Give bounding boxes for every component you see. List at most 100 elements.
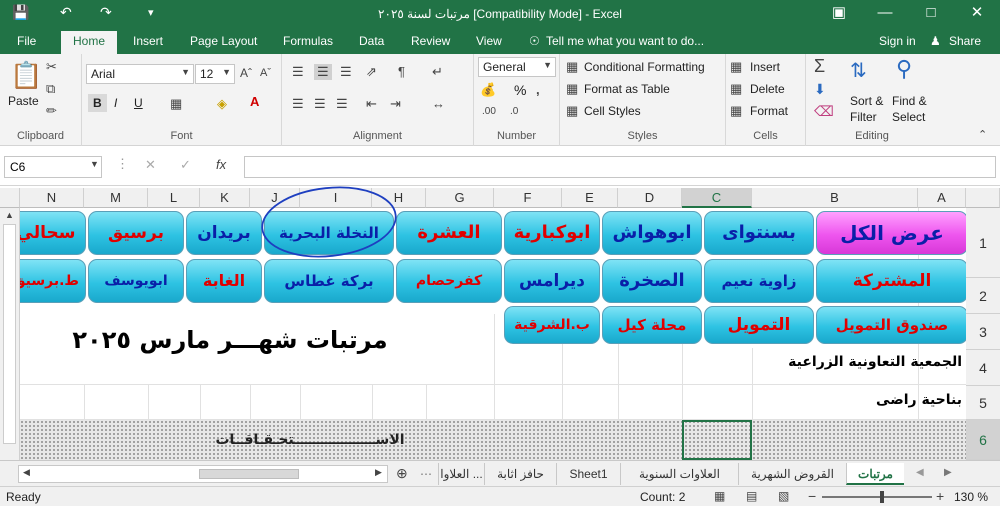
cell-b4[interactable]: الجمعية التعاونية الزراعية — [720, 354, 966, 370]
italic-button[interactable]: I — [114, 96, 117, 110]
font-color-icon[interactable]: A — [250, 94, 259, 109]
share-button[interactable]: Share — [949, 34, 981, 48]
align-top-icon[interactable]: ☰ — [292, 64, 304, 80]
tab-scroll-left-icon[interactable]: ◀ — [916, 467, 924, 478]
column-header-m[interactable]: M — [84, 188, 148, 208]
sheet-tab-salaries[interactable]: مرتبات — [846, 463, 904, 485]
shrink-font-icon[interactable]: Aˇ — [260, 67, 271, 79]
vertical-scrollbar[interactable]: ▲ — [0, 208, 20, 460]
cut-icon[interactable]: ✂ — [46, 59, 57, 75]
row-header-4[interactable]: 4 — [966, 350, 1000, 386]
align-right-icon[interactable]: ☰ — [336, 96, 348, 112]
button-abuhawash[interactable]: ابوهواش — [602, 211, 702, 255]
paste-button[interactable]: Paste — [8, 94, 39, 108]
enter-icon[interactable]: ✓ — [180, 157, 191, 173]
minimize-icon[interactable]: — — [862, 0, 908, 28]
paste-icon[interactable]: 📋 — [10, 60, 42, 91]
tab-file[interactable]: File — [17, 34, 36, 48]
tab-data[interactable]: Data — [359, 34, 384, 48]
insert-cells-button[interactable]: Insert — [750, 60, 780, 74]
button-berket-ghattas[interactable]: بركة غطاس — [264, 259, 394, 303]
row-header-2[interactable]: 2 — [966, 278, 1000, 314]
button-kafr-hesam[interactable]: كفرحصام — [396, 259, 502, 303]
increase-indent-icon[interactable]: ⇥ — [390, 96, 401, 112]
button-derames[interactable]: ديرامس — [504, 259, 600, 303]
page-layout-view-icon[interactable]: ▤ — [746, 489, 757, 503]
scroll-thumb[interactable] — [3, 224, 16, 444]
format-painter-icon[interactable]: ✏ — [46, 103, 57, 119]
column-header-c[interactable]: C — [682, 188, 752, 208]
align-middle-icon[interactable]: ☰ — [314, 64, 332, 80]
insert-function-icon[interactable]: fx — [216, 157, 226, 172]
button-financing[interactable]: التمويل — [704, 306, 814, 344]
name-box-dropdown-icon[interactable]: ▼ — [90, 159, 99, 169]
percent-button[interactable]: % — [514, 82, 526, 98]
delete-cells-button[interactable]: Delete — [750, 82, 785, 96]
row-header-3[interactable]: 3 — [966, 314, 1000, 350]
sheet-tab-allowances-short[interactable]: العلاوا ... — [438, 463, 484, 485]
row-header-1[interactable]: 1 — [966, 208, 1000, 278]
wrap-text-icon[interactable]: ↵ — [432, 64, 443, 80]
increase-decimal-icon[interactable]: .00 — [482, 106, 496, 117]
button-alsakhra[interactable]: الصخرة — [602, 259, 702, 303]
zoom-slider[interactable] — [822, 496, 932, 498]
button-show-all[interactable]: عرض الكل — [816, 211, 966, 255]
select-label[interactable]: Select — [892, 110, 925, 124]
decrease-indent-icon[interactable]: ⇤ — [366, 96, 377, 112]
button-alghaba[interactable]: الغابة — [186, 259, 262, 303]
tell-me-search[interactable]: Tell me what you want to do... — [546, 34, 704, 48]
zoom-level[interactable]: 130 % — [954, 490, 988, 504]
button-sahali[interactable]: سحالي — [20, 211, 86, 255]
sheet-tab-monthly-loans[interactable]: القروض الشهرية — [738, 463, 846, 485]
tab-formulas[interactable]: Formulas — [283, 34, 333, 48]
formula-input[interactable] — [244, 156, 996, 178]
normal-view-icon[interactable]: ▦ — [714, 489, 725, 503]
copy-icon[interactable]: ⧉ — [46, 81, 55, 97]
column-header-k[interactable]: K — [200, 188, 250, 208]
sheet-more-icon[interactable]: ⋯ — [420, 467, 432, 481]
align-center-icon[interactable]: ☰ — [314, 96, 326, 112]
button-barsiq[interactable]: برسيق — [88, 211, 184, 255]
close-icon[interactable]: ✕ — [954, 0, 1000, 28]
font-name-combo[interactable]: Arial ▼ — [86, 64, 194, 84]
button-bridan[interactable]: بريدان — [186, 211, 262, 255]
fill-color-icon[interactable]: ◈ — [217, 96, 227, 112]
number-format-combo[interactable]: General ▼ — [478, 57, 556, 77]
font-size-combo[interactable]: 12 ▼ — [195, 64, 235, 84]
find-select-label[interactable]: Find & — [892, 94, 927, 108]
tab-page-layout[interactable]: Page Layout — [190, 34, 257, 48]
cell-styles-button[interactable]: Cell Styles — [584, 104, 641, 118]
underline-button[interactable]: U — [134, 96, 143, 110]
column-header-f[interactable]: F — [494, 188, 562, 208]
horizontal-scroll-thumb[interactable] — [199, 469, 299, 479]
select-all-corner[interactable] — [0, 188, 20, 208]
column-header-n[interactable]: N — [20, 188, 84, 208]
text-direction-icon[interactable]: ¶ — [398, 64, 405, 79]
clear-icon[interactable]: ⌫ — [814, 103, 834, 120]
tab-view[interactable]: View — [476, 34, 502, 48]
comma-style-icon[interactable]: , — [536, 82, 540, 97]
sheet-tab-incentive[interactable]: حافز اثابة — [484, 463, 556, 485]
orientation-icon[interactable]: ⇗ — [366, 64, 377, 80]
accounting-icon[interactable]: 💰 — [480, 82, 496, 98]
maximize-icon[interactable]: □ — [908, 0, 954, 28]
name-box[interactable]: C6 — [4, 156, 102, 178]
button-fund-financing[interactable]: صندوق التمويل — [816, 306, 966, 344]
conditional-formatting-button[interactable]: Conditional Formatting — [584, 60, 705, 74]
button-abukabaria[interactable]: ابوكبارية — [504, 211, 600, 255]
format-as-table-button[interactable]: Format as Table — [584, 82, 670, 96]
borders-icon[interactable]: ▦ — [170, 96, 182, 112]
sheet-tab-sheet1[interactable]: Sheet1 — [556, 463, 620, 485]
collapse-ribbon-icon[interactable]: ⌃ — [978, 128, 987, 141]
button-t-barsiq[interactable]: ط.برسيق — [20, 259, 86, 303]
row-header-5[interactable]: 5 — [966, 386, 1000, 420]
button-almoshtaraka[interactable]: المشتركة — [816, 259, 966, 303]
ribbon-display-icon[interactable]: ▣ — [816, 0, 862, 28]
worksheet-grid[interactable]: عرض الكل بسنتواى ابوهواش ابوكبارية العشر… — [20, 208, 966, 460]
sign-in-link[interactable]: Sign in — [879, 34, 916, 48]
zoom-slider-thumb[interactable] — [880, 491, 884, 503]
align-bottom-icon[interactable]: ☰ — [340, 64, 352, 80]
horizontal-scrollbar[interactable]: ◀ ▶ — [18, 465, 388, 483]
scroll-up-icon[interactable]: ▲ — [5, 210, 14, 220]
bold-button[interactable]: B — [88, 94, 107, 112]
